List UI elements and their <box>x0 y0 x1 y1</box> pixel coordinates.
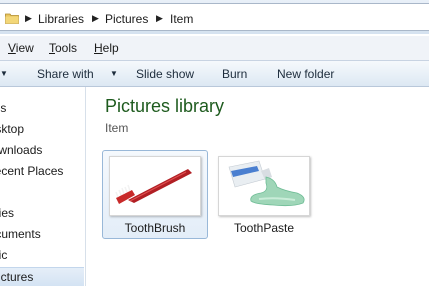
navigation-pane: Favorites Desktop Downloads Recent Place… <box>0 87 86 286</box>
file-name-label: ToothPaste <box>233 221 295 235</box>
chevron-down-icon[interactable]: ▼ <box>0 69 8 78</box>
file-name-label: ToothBrush <box>124 221 186 235</box>
sidebar-item-libraries[interactable]: Libraries <box>0 204 84 222</box>
breadcrumb-libraries[interactable]: Libraries <box>38 12 84 26</box>
command-bar: ▼ Share with ▼ Slide show Burn New folde… <box>0 61 429 87</box>
file-tile-toothbrush[interactable]: ToothBrush <box>102 150 208 239</box>
breadcrumb-pictures[interactable]: Pictures <box>105 12 148 26</box>
chevron-down-icon[interactable]: ▼ <box>110 69 118 78</box>
menu-help[interactable]: Help <box>94 41 119 55</box>
address-bar[interactable]: ▶ Libraries ▶ Pictures ▶ Item <box>0 3 429 31</box>
sidebar-item-recent-places[interactable]: Recent Places <box>0 162 84 180</box>
menu-view[interactable]: View <box>8 41 34 55</box>
sidebar-item-pictures[interactable]: Pictures <box>0 267 84 286</box>
arrange-by-label[interactable]: Item <box>105 121 128 135</box>
content-pane: Pictures library Item ToothBrush ToothPa… <box>86 87 429 286</box>
menu-tools[interactable]: Tools <box>49 41 77 55</box>
folder-icon <box>5 12 19 24</box>
sidebar-item-downloads[interactable]: Downloads <box>0 141 84 159</box>
file-tile-toothpaste[interactable]: ToothPaste <box>211 150 317 239</box>
breadcrumb-arrow-icon[interactable]: ▶ <box>92 13 99 24</box>
sidebar-item-music[interactable]: Music <box>0 246 84 264</box>
sidebar-item-desktop[interactable]: Desktop <box>0 120 84 138</box>
slide-show-button[interactable]: Slide show <box>136 67 194 81</box>
page-title: Pictures library <box>105 96 225 116</box>
burn-button[interactable]: Burn <box>222 67 247 81</box>
breadcrumb-item[interactable]: Item <box>170 12 193 26</box>
address-bar-area: ▶ Libraries ▶ Pictures ▶ Item <box>0 0 429 34</box>
sidebar-item-favorites[interactable]: Favorites <box>0 99 84 117</box>
breadcrumb-arrow-icon[interactable]: ▶ <box>156 13 163 24</box>
explorer-window: ▶ Libraries ▶ Pictures ▶ Item View Tools… <box>0 0 429 286</box>
new-folder-button[interactable]: New folder <box>277 67 334 81</box>
sidebar-item-documents[interactable]: Documents <box>0 225 84 243</box>
toothpaste-thumbnail-icon <box>218 156 310 216</box>
menu-bar: View Tools Help <box>0 36 429 61</box>
share-with-button[interactable]: Share with <box>37 67 94 81</box>
breadcrumb-arrow-icon[interactable]: ▶ <box>25 13 32 24</box>
toothbrush-thumbnail-icon <box>109 156 201 216</box>
